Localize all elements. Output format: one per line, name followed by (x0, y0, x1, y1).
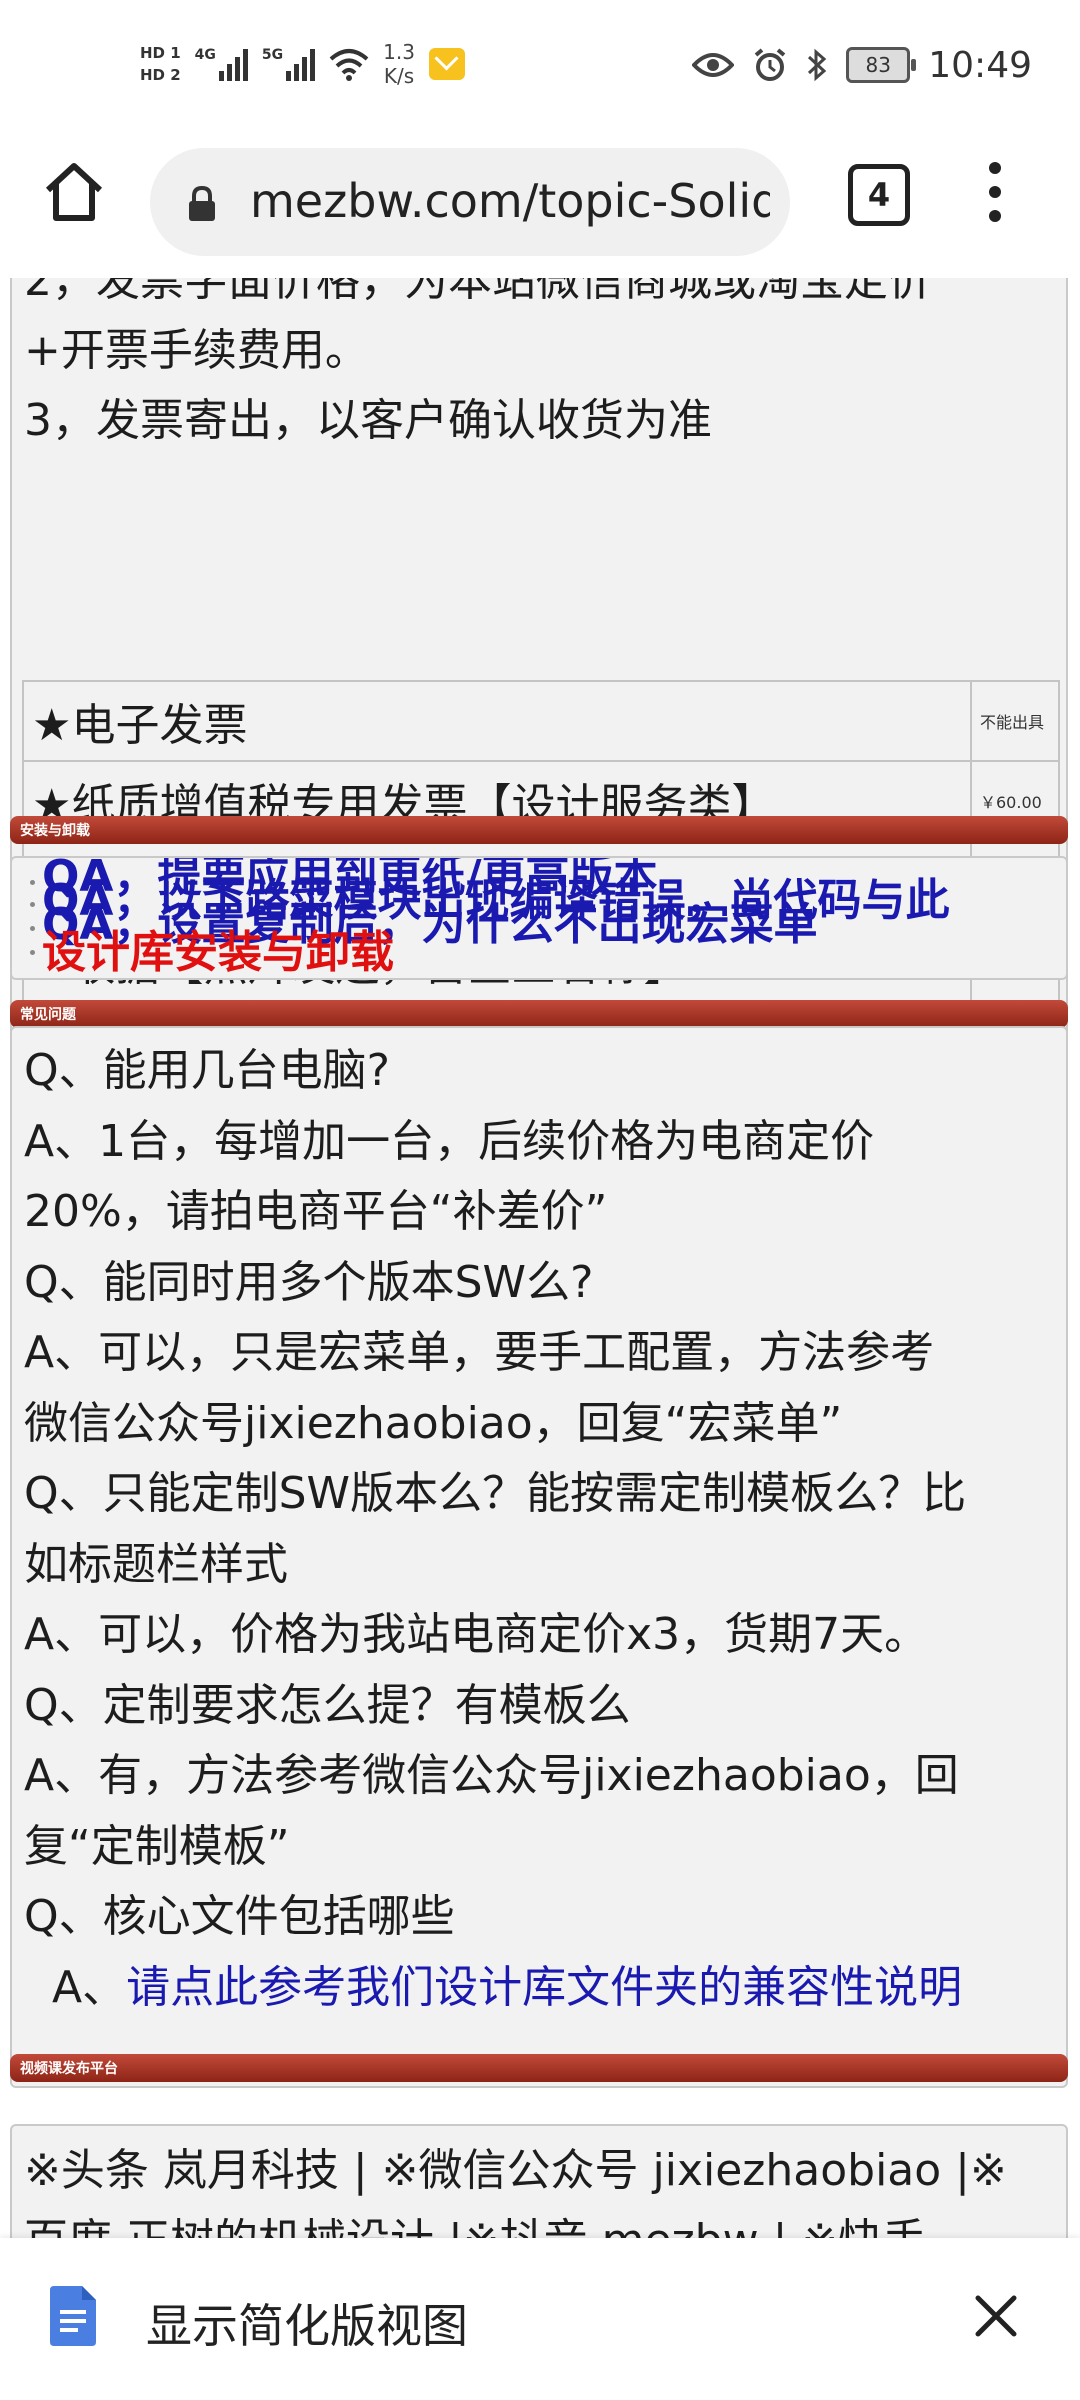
clock: 10:49 (928, 44, 1032, 86)
document-icon (50, 2286, 96, 2346)
lock-icon (189, 186, 215, 221)
video-section-header: 视频课发布平台 (10, 2054, 1068, 2082)
compatibility-link[interactable]: 请点此参考我们设计库文件夹的兼容性说明 (126, 1962, 962, 2013)
close-icon[interactable] (972, 2292, 1020, 2340)
hd-indicators: HD 1 HD 2 (140, 44, 181, 84)
faq-section-header: 常见问题 (10, 1000, 1068, 1028)
home-icon[interactable] (40, 158, 108, 226)
status-bar: HD 1 HD 2 4G 5G 1.3 K/s 83 10:49 (0, 0, 1080, 128)
faq-line: A、有，方法参考微信公众号jixiezhaobiao，回 (24, 1750, 959, 1801)
video-platforms: ※头条 岚月科技 | ※微信公众号 jixiezhaobiao |※ 百度 正树… (12, 2126, 1066, 2238)
net2-label: 5G (261, 47, 284, 63)
install-title-link[interactable]: 设计库安装与卸载 (42, 928, 394, 978)
status-left: HD 1 HD 2 4G 5G 1.3 K/s (140, 34, 465, 94)
battery-icon: 83 (846, 47, 917, 83)
faq-line: A、可以，只是宏菜单，要手工配置，方法参考 (24, 1327, 935, 1378)
install-section-header: 安装与卸载 (10, 816, 1068, 844)
page-content: 2，发票字面价格，为本站微信商城或淘宝定价 +开票手续费用。 3，发票寄出，以客… (0, 278, 1080, 2238)
faq-line: Q、能用几台电脑? (24, 1045, 390, 1096)
invoice-type: ★电子发票 (22, 680, 972, 762)
net1-label: 4G (194, 47, 216, 63)
overflow-menu-icon[interactable] (984, 162, 1006, 224)
faq-line: A、可以，价格为我站电商定价x3，货期7天。 (24, 1609, 929, 1660)
speed-value: 1.3 (383, 40, 415, 64)
faq-line: Q、只能定制SW版本么？能按需定制模板么？比 (24, 1468, 967, 1519)
simplified-view-prompt[interactable]: 显示简化版视图 (0, 2238, 1080, 2400)
faq-line: 微信公众号jixiezhaobiao，回复“宏菜单” (24, 1397, 843, 1449)
invoice-line-price: 2，发票字面价格，为本站微信商城或淘宝定价 (24, 278, 932, 306)
section-title: 常见问题 (20, 1007, 76, 1023)
mail-notification-icon (428, 48, 465, 80)
wifi-icon (329, 49, 369, 81)
faq-line: A、1台，每增加一台，后续价格为电商定价 (24, 1115, 875, 1167)
signal-4g: 4G (195, 47, 248, 81)
faq-line: Q、核心文件包括哪些 (24, 1891, 455, 1942)
signal-bars-icon (286, 47, 316, 81)
video-line: 百度 正树的机械设计 |※抖音 mezbw | ※快手 (24, 2206, 1054, 2238)
faq-line: Q、定制要求怎么提？有模板么 (24, 1679, 631, 1731)
signal-5g: 5G (261, 47, 316, 81)
section-title: 视频课发布平台 (20, 2061, 118, 2077)
answer-prefix: A、 (24, 1961, 127, 2013)
signal-bars-icon (218, 47, 248, 81)
eye-icon (692, 53, 735, 77)
install-panel: QA，提要应用到更纸/更高版本 QA，以下路菜模块出现编译错误，尚代码与此 QA… (10, 856, 1068, 980)
invoice-price: 不能出具 (970, 680, 1060, 762)
faq-panel: Q、能用几台电脑? A、1台，每增加一台，后续价格为电商定价 20%，请拍电商平… (10, 1026, 1068, 2088)
hd2-indicator: HD 2 (140, 66, 181, 84)
net-speed: 1.3 K/s (383, 40, 415, 88)
tab-switcher-button[interactable]: 4 (848, 164, 910, 226)
video-line: ※头条 岚月科技 | ※微信公众号 jixiezhaobiao |※ (24, 2145, 1007, 2196)
bluetooth-icon (808, 48, 827, 82)
faq-line: 20%，请拍电商平台“补差价” (24, 1186, 608, 1237)
faq-line: 复“定制模板” (24, 1820, 290, 1872)
simplified-view-label[interactable]: 显示简化版视图 (146, 2290, 468, 2356)
hd1-indicator: HD 1 (140, 44, 181, 62)
faq-line-last: A、请点此参考我们设计库文件夹的兼容性说明 (24, 1953, 1060, 2024)
address-bar[interactable]: mezbw.com/topic-Solid (150, 148, 790, 256)
url-text[interactable]: mezbw.com/topic-Solid (250, 170, 770, 232)
table-row: ★电子发票 不能出具 (22, 680, 1060, 762)
faq-line: Q、能同时用多个版本SW么? (24, 1256, 594, 1308)
browser-toolbar: mezbw.com/topic-Solid 4 (0, 128, 1080, 278)
invoice-line-fee: +开票手续费用。 (24, 325, 369, 376)
invoice-line-shipping: 3，发票寄出，以客户确认收货为准 (24, 395, 712, 446)
section-title: 安装与卸载 (20, 823, 90, 839)
video-panel: ※头条 岚月科技 | ※微信公众号 jixiezhaobiao |※ 百度 正树… (10, 2124, 1068, 2238)
alarm-icon (754, 48, 786, 81)
speed-unit: K/s (383, 64, 415, 88)
status-right: 83 10:49 (692, 40, 1032, 90)
faq-line: 如标题栏样式 (24, 1538, 288, 1590)
invoice-notes: 2，发票字面价格，为本站微信商城或淘宝定价 +开票手续费用。 3，发票寄出，以客… (12, 278, 1066, 456)
faq-list: Q、能用几台电脑? A、1台，每增加一台，后续价格为电商定价 20%，请拍电商平… (24, 1036, 1060, 2023)
